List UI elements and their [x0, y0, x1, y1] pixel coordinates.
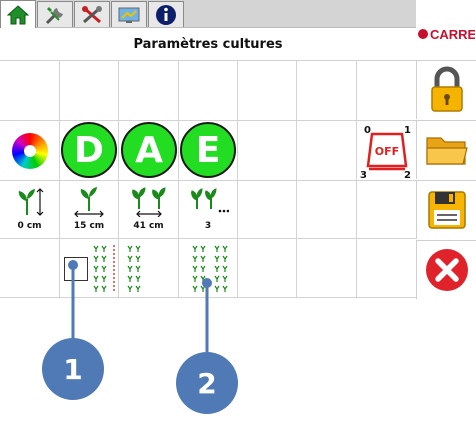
- logo-text: CARRE: [430, 27, 475, 42]
- row-count-value: 3: [204, 221, 212, 231]
- off-label: OFF: [375, 145, 399, 158]
- color-wheel-icon: [12, 133, 48, 169]
- settings-grid: D A E OFF 0 1 2 3 0 cm 15 cm 41 cm 3: [0, 60, 416, 298]
- row-spacing-setting[interactable]: 41 cm: [119, 181, 178, 238]
- info-icon: [156, 4, 176, 25]
- tools-cross-icon: [82, 5, 102, 23]
- row-pattern-2-icon: [192, 245, 228, 293]
- lock-button[interactable]: [416, 60, 476, 119]
- mode-e-label: E: [180, 122, 236, 178]
- plant-height-setting[interactable]: 0 cm: [0, 181, 59, 238]
- row-pattern-1-icon: [93, 245, 141, 293]
- row-count-setting[interactable]: 3: [179, 181, 237, 238]
- corner-2: 2: [404, 170, 411, 180]
- row-spacing-value: 41 cm: [133, 221, 164, 231]
- plant-height-value: 0 cm: [17, 221, 42, 231]
- callout-2: 2: [176, 352, 238, 414]
- close-icon: [425, 249, 468, 291]
- folder-button[interactable]: [416, 120, 476, 179]
- mode-d-button[interactable]: D: [61, 122, 117, 178]
- tab-info[interactable]: [148, 1, 184, 27]
- corner-1: 1: [404, 125, 411, 136]
- close-button[interactable]: [416, 240, 476, 299]
- plant-width-icon: [74, 187, 104, 217]
- mode-a-button[interactable]: A: [121, 122, 177, 178]
- plant-height-icon: [18, 188, 44, 216]
- mode-d-label: D: [61, 122, 117, 178]
- callout-1: 1: [42, 338, 104, 400]
- lock-icon: [430, 66, 463, 112]
- sidebar: [416, 60, 476, 299]
- plant-width-value: 15 cm: [73, 221, 105, 231]
- off-trapezoid-icon: OFF 0 1 2 3: [360, 125, 411, 181]
- plant-width-setting[interactable]: 15 cm: [60, 181, 118, 238]
- tab-tools[interactable]: [37, 1, 73, 27]
- tab-settings[interactable]: [74, 1, 110, 27]
- corner-0: 0: [364, 125, 371, 136]
- page-title: Paramètres cultures: [133, 36, 283, 52]
- off-corner-widget[interactable]: OFF 0 1 2 3: [358, 122, 416, 181]
- save-icon: [427, 191, 466, 229]
- save-button[interactable]: [416, 180, 476, 239]
- row-pattern-2[interactable]: [179, 239, 237, 297]
- row-count-icon: [191, 188, 229, 213]
- row-spacing-icon: [132, 187, 166, 217]
- mode-e-button[interactable]: E: [180, 122, 236, 178]
- wrench-icon: [45, 6, 63, 24]
- tab-home[interactable]: [0, 0, 36, 28]
- tab-display[interactable]: [111, 1, 147, 27]
- home-icon: [6, 4, 30, 24]
- mode-a-label: A: [121, 122, 177, 178]
- brand-logo: CARRE: [416, 24, 476, 44]
- folder-icon: [425, 137, 468, 165]
- tab-bar: [0, 0, 416, 28]
- corner-3: 3: [360, 170, 367, 180]
- row-pattern-checkbox[interactable]: [64, 257, 88, 281]
- row-pattern-1[interactable]: [60, 239, 178, 297]
- color-wheel-button[interactable]: [10, 131, 50, 171]
- monitor-icon: [118, 7, 140, 23]
